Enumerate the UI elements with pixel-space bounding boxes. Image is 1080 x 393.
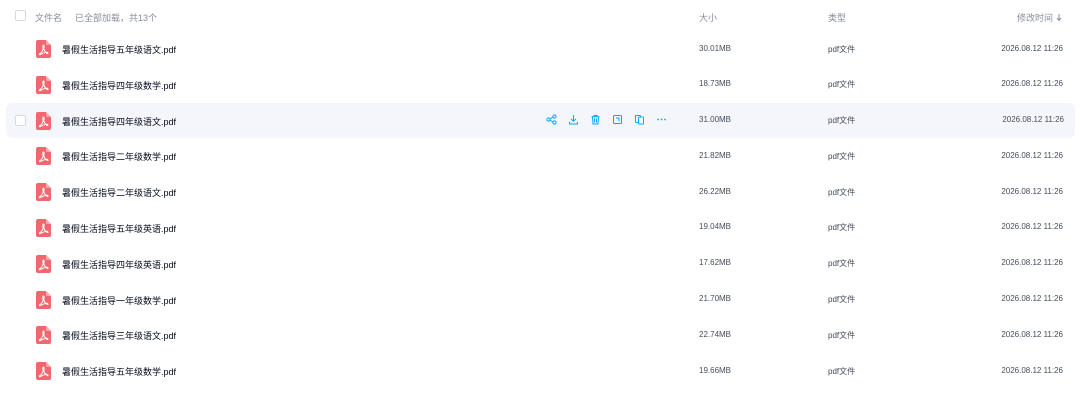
file-type: pdf文件 bbox=[828, 116, 856, 126]
file-size: 21.82MB bbox=[699, 150, 732, 160]
file-type: pdf文件 bbox=[828, 44, 856, 54]
copy-icon[interactable] bbox=[612, 114, 623, 125]
pdf-file-icon bbox=[36, 111, 51, 130]
file-type: pdf文件 bbox=[828, 295, 856, 305]
pdf-file-icon bbox=[36, 362, 51, 381]
file-rows: 暑假生活指导五年级语文.pdf 30.01MB pdf文件 2026.08.12… bbox=[0, 31, 1080, 389]
file-row[interactable]: 暑假生活指导二年级数学.pdf 21.82MB pdf文件 2026.08.12… bbox=[0, 138, 1080, 174]
file-name[interactable]: 暑假生活指导五年级英语.pdf bbox=[62, 222, 176, 235]
file-type: pdf文件 bbox=[828, 151, 856, 161]
file-list: 文件名 已全部加载，共13个 大小 类型 修改时间 暑假生活指导五年级语文.pd… bbox=[0, 0, 1080, 393]
column-header-size[interactable]: 大小 bbox=[699, 11, 717, 24]
download-icon[interactable] bbox=[568, 114, 579, 125]
pdf-file-icon bbox=[36, 218, 51, 237]
pdf-file-icon bbox=[36, 147, 51, 166]
file-name[interactable]: 暑假生活指导三年级语文.pdf bbox=[62, 329, 176, 342]
file-name[interactable]: 暑假生活指导四年级数学.pdf bbox=[62, 79, 176, 92]
file-modified-time: 2026.08.12 11:26 bbox=[1001, 43, 1063, 53]
file-modified-time: 2026.08.12 11:26 bbox=[1001, 365, 1063, 375]
file-row[interactable]: 暑假生活指导五年级语文.pdf 30.01MB pdf文件 2026.08.12… bbox=[0, 31, 1080, 67]
file-name[interactable]: 暑假生活指导四年级语文.pdf bbox=[62, 115, 176, 128]
file-modified-time: 2026.08.12 11:26 bbox=[1001, 186, 1063, 196]
file-row[interactable]: 暑假生活指导四年级语文.pdf 31.00MB pdf文件 2026.08.12… bbox=[6, 102, 1075, 139]
column-header-modified[interactable]: 修改时间 bbox=[1017, 11, 1062, 24]
row-actions bbox=[546, 113, 667, 125]
file-name[interactable]: 暑假生活指导二年级数学.pdf bbox=[62, 150, 176, 163]
pdf-file-icon bbox=[36, 254, 51, 273]
column-header-name[interactable]: 文件名 bbox=[35, 11, 62, 24]
share-icon[interactable] bbox=[546, 113, 557, 125]
file-size: 19.04MB bbox=[699, 222, 732, 232]
file-row[interactable]: 暑假生活指导一年级数学.pdf 21.70MB pdf文件 2026.08.12… bbox=[0, 282, 1080, 318]
column-header-modified-label: 修改时间 bbox=[1016, 13, 1053, 23]
file-size: 26.22MB bbox=[699, 186, 732, 196]
select-all-checkbox[interactable] bbox=[15, 10, 26, 21]
file-modified-time: 2026.08.12 11:26 bbox=[1001, 79, 1063, 89]
file-type: pdf文件 bbox=[828, 80, 856, 90]
file-type: pdf文件 bbox=[828, 366, 856, 376]
file-name[interactable]: 暑假生活指导一年级数学.pdf bbox=[62, 294, 176, 307]
file-size: 31.00MB bbox=[699, 115, 732, 125]
file-type: pdf文件 bbox=[828, 330, 856, 340]
file-name[interactable]: 暑假生活指导五年级数学.pdf bbox=[62, 365, 176, 378]
file-modified-time: 2026.08.12 11:26 bbox=[1001, 222, 1063, 232]
file-row[interactable]: 暑假生活指导四年级数学.pdf 18.73MB pdf文件 2026.08.12… bbox=[0, 67, 1080, 103]
more-icon[interactable] bbox=[656, 114, 667, 125]
file-name[interactable]: 暑假生活指导五年级语文.pdf bbox=[62, 43, 176, 56]
file-modified-time: 2026.08.12 11:26 bbox=[1001, 150, 1063, 160]
file-row[interactable]: 暑假生活指导二年级语文.pdf 26.22MB pdf文件 2026.08.12… bbox=[0, 174, 1080, 210]
file-type: pdf文件 bbox=[828, 223, 856, 233]
pdf-file-icon bbox=[36, 183, 51, 202]
list-header: 文件名 已全部加载，共13个 大小 类型 修改时间 bbox=[0, 0, 1080, 32]
file-modified-time: 2026.08.12 11:26 bbox=[1002, 115, 1064, 125]
file-row[interactable]: 暑假生活指导四年级英语.pdf 17.62MB pdf文件 2026.08.12… bbox=[0, 246, 1080, 282]
file-modified-time: 2026.08.12 11:26 bbox=[1001, 294, 1063, 304]
file-type: pdf文件 bbox=[828, 187, 856, 197]
file-size: 19.66MB bbox=[699, 365, 732, 375]
file-modified-time: 2026.08.12 11:26 bbox=[1001, 258, 1063, 268]
pdf-file-icon bbox=[36, 326, 51, 345]
file-size: 22.74MB bbox=[699, 329, 732, 339]
delete-icon[interactable] bbox=[590, 114, 601, 125]
file-row[interactable]: 暑假生活指导三年级语文.pdf 22.74MB pdf文件 2026.08.12… bbox=[0, 317, 1080, 353]
pdf-file-icon bbox=[36, 290, 51, 309]
loaded-count-text: 已全部加载，共13个 bbox=[75, 13, 158, 23]
pdf-file-icon bbox=[36, 75, 51, 94]
file-name[interactable]: 暑假生活指导二年级语文.pdf bbox=[62, 186, 176, 199]
sort-descending-icon bbox=[1056, 14, 1062, 22]
file-row[interactable]: 暑假生活指导五年级英语.pdf 19.04MB pdf文件 2026.08.12… bbox=[0, 210, 1080, 246]
pdf-file-icon bbox=[36, 40, 51, 58]
file-row[interactable]: 暑假生活指导五年级数学.pdf 19.66MB pdf文件 2026.08.12… bbox=[0, 353, 1080, 389]
column-header-type[interactable]: 类型 bbox=[828, 11, 846, 24]
file-size: 30.01MB bbox=[699, 43, 732, 53]
file-type: pdf文件 bbox=[828, 259, 856, 269]
file-modified-time: 2026.08.12 11:26 bbox=[1001, 329, 1063, 339]
file-size: 21.70MB bbox=[699, 294, 732, 304]
file-size: 17.62MB bbox=[699, 258, 732, 268]
row-checkbox[interactable] bbox=[15, 114, 26, 126]
file-size: 18.73MB bbox=[699, 79, 732, 89]
move-icon[interactable] bbox=[634, 114, 645, 125]
file-name[interactable]: 暑假生活指导四年级英语.pdf bbox=[62, 258, 176, 271]
